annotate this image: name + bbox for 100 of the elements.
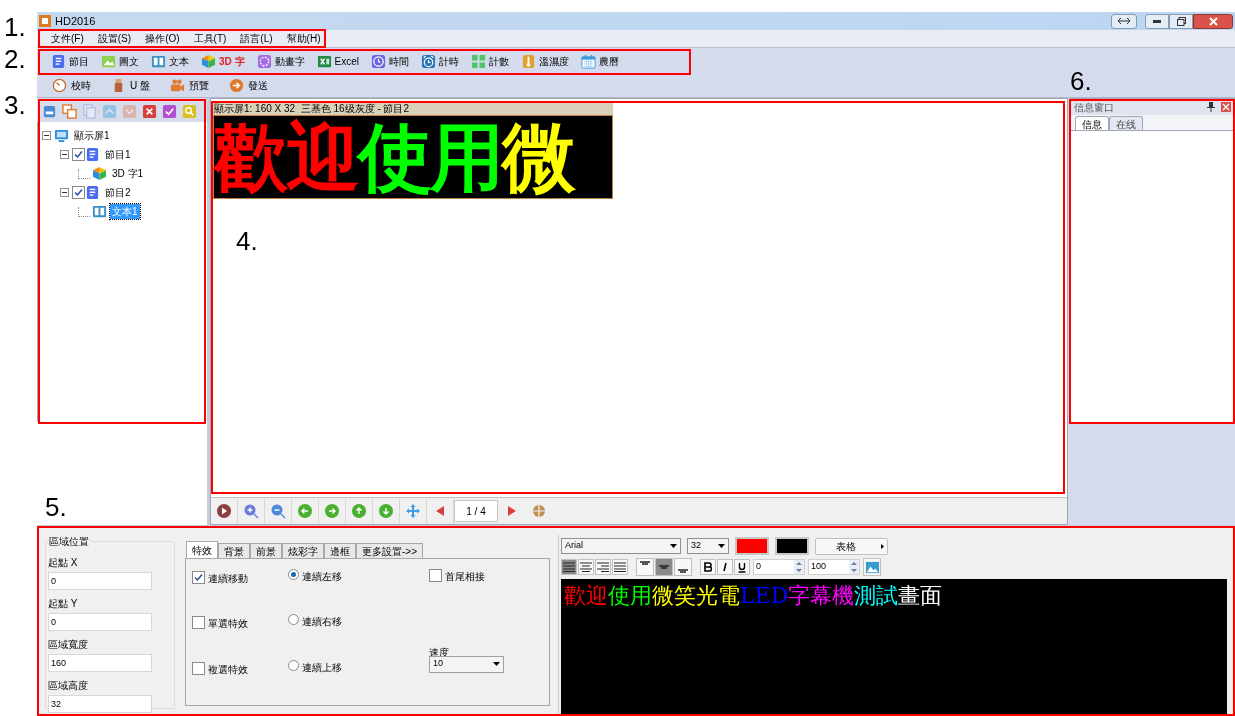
size-dropdown[interactable]: 32 (687, 538, 729, 554)
align-button[interactable] (578, 559, 594, 575)
radio-button[interactable] (288, 569, 299, 580)
toolbar-button[interactable]: 計數 (469, 53, 511, 69)
input-field[interactable]: 0 (48, 613, 152, 631)
collapse-toggle-icon[interactable] (42, 131, 51, 140)
collapse-toggle-icon[interactable] (60, 150, 69, 159)
radio-label: 連續左移 (302, 570, 342, 584)
radio-button[interactable] (288, 614, 299, 626)
font-dropdown[interactable]: Arial (561, 538, 681, 554)
italic-icon (721, 562, 729, 572)
checkbox[interactable] (192, 571, 205, 584)
bold-button[interactable] (700, 559, 716, 575)
radio-label: 連續右移 (302, 615, 342, 630)
maximize-button[interactable] (1169, 13, 1193, 29)
toolbar-button[interactable]: 農曆 (579, 53, 621, 69)
speed-dropdown[interactable]: 10 (429, 655, 504, 673)
tab[interactable]: 邊框 (324, 543, 356, 558)
menu-item[interactable]: 文件(F) (51, 31, 84, 46)
valign-button[interactable] (655, 558, 673, 576)
align-button[interactable] (595, 559, 611, 575)
table-button[interactable]: 表格 (815, 537, 888, 555)
collapse-toggle-icon[interactable] (60, 188, 69, 197)
tree-item[interactable]: 3D 字1 (110, 166, 146, 181)
tab[interactable]: 更多設置->> (356, 543, 423, 558)
close-icon[interactable] (1221, 102, 1231, 112)
align-icon (659, 565, 669, 569)
delete-icon (141, 103, 157, 119)
tree-tool-button[interactable] (161, 103, 177, 119)
tab[interactable]: 背景 (218, 543, 250, 558)
underline-icon (738, 561, 746, 573)
color-swatch[interactable] (775, 537, 809, 555)
field-label: 區域寬度 (48, 638, 89, 652)
tree-tool-button[interactable] (41, 103, 57, 119)
toolbar-button[interactable]: U 盤 (108, 75, 153, 96)
color-swatch[interactable] (735, 537, 769, 555)
tab[interactable]: 信息 (1075, 116, 1109, 130)
text-editor[interactable]: 歡迎使用微笑光電LED字幕機測試畫面 (561, 579, 1227, 716)
tree-item[interactable]: 節目1 (103, 147, 133, 162)
checkbox[interactable] (192, 661, 205, 675)
checkbox[interactable] (192, 616, 205, 630)
radio-button[interactable] (288, 659, 299, 671)
pin-icon[interactable] (1207, 102, 1215, 112)
tab[interactable]: 在线 (1109, 116, 1143, 130)
field-label: 區域高度 (48, 679, 89, 693)
menu-item[interactable]: 幫助(H) (286, 31, 321, 46)
up-icon (101, 103, 117, 119)
minimize-button[interactable] (1145, 13, 1169, 29)
image-icon (864, 559, 880, 575)
toolbar-button[interactable]: 發送 (226, 75, 271, 96)
align-icon (640, 561, 650, 565)
toolbar-button[interactable]: 計時 (419, 53, 461, 69)
toolbar-button[interactable]: 節目 (49, 53, 91, 69)
book-icon (151, 53, 166, 69)
align-button[interactable] (561, 559, 577, 575)
checkbox[interactable] (72, 148, 85, 161)
input-field[interactable]: 160 (48, 654, 152, 672)
input-field[interactable]: 32 (48, 695, 152, 713)
menu-item[interactable]: 語言(L) (240, 31, 273, 46)
underline-button[interactable] (734, 559, 750, 575)
resize-button[interactable] (1111, 13, 1137, 29)
book-icon (92, 204, 107, 219)
spin-box[interactable]: 100 (808, 559, 860, 575)
tab[interactable]: 特效 (186, 541, 218, 558)
tree-tool-button[interactable] (141, 103, 157, 119)
alarm-clock-icon (421, 53, 436, 69)
tree-item[interactable]: 節目2 (103, 185, 133, 200)
toolbar-button[interactable]: 文本 (149, 53, 191, 69)
menu-item[interactable]: 設置(S) (97, 31, 132, 46)
caret-icon (881, 543, 884, 549)
close-icon (1208, 16, 1218, 26)
toolbar-button[interactable]: 校時 (49, 75, 94, 96)
checkbox[interactable] (429, 569, 442, 582)
align-button[interactable] (612, 559, 628, 575)
group-title: 區域位置 (48, 534, 90, 549)
tab[interactable]: 炫彩字 (282, 543, 324, 558)
toolbar-button[interactable]: 溫濕度 (519, 53, 571, 69)
image-button[interactable] (863, 558, 881, 576)
zoom-out-icon (270, 503, 286, 519)
close-button[interactable] (1193, 13, 1233, 29)
tree-item[interactable]: 顯示屏1 (72, 128, 112, 143)
valign-button[interactable] (674, 558, 692, 576)
tree-tool-button[interactable] (61, 103, 77, 119)
toolbar-button[interactable]: 時間 (369, 53, 411, 69)
checkbox[interactable] (72, 186, 85, 199)
toolbar-button[interactable]: Excel (314, 53, 361, 69)
menu-item[interactable]: 工具(T) (193, 31, 227, 46)
italic-button[interactable] (717, 559, 733, 575)
valign-button[interactable] (636, 558, 654, 576)
toolbar-button[interactable]: 圖文 (99, 53, 141, 69)
toolbar-button[interactable]: 預覽 (167, 75, 212, 96)
document-icon (85, 185, 100, 200)
menu-item[interactable]: 操作(O) (145, 31, 180, 46)
tab[interactable]: 前景 (250, 543, 282, 558)
toolbar-button[interactable]: 動畫字 (254, 53, 307, 69)
input-field[interactable]: 0 (48, 572, 152, 590)
spin-box[interactable]: 0 (753, 559, 805, 575)
page-indicator: 1 / 4 (454, 500, 498, 522)
checkbox-label: 首尾相接 (445, 570, 485, 584)
restore-icon (1176, 16, 1186, 26)
